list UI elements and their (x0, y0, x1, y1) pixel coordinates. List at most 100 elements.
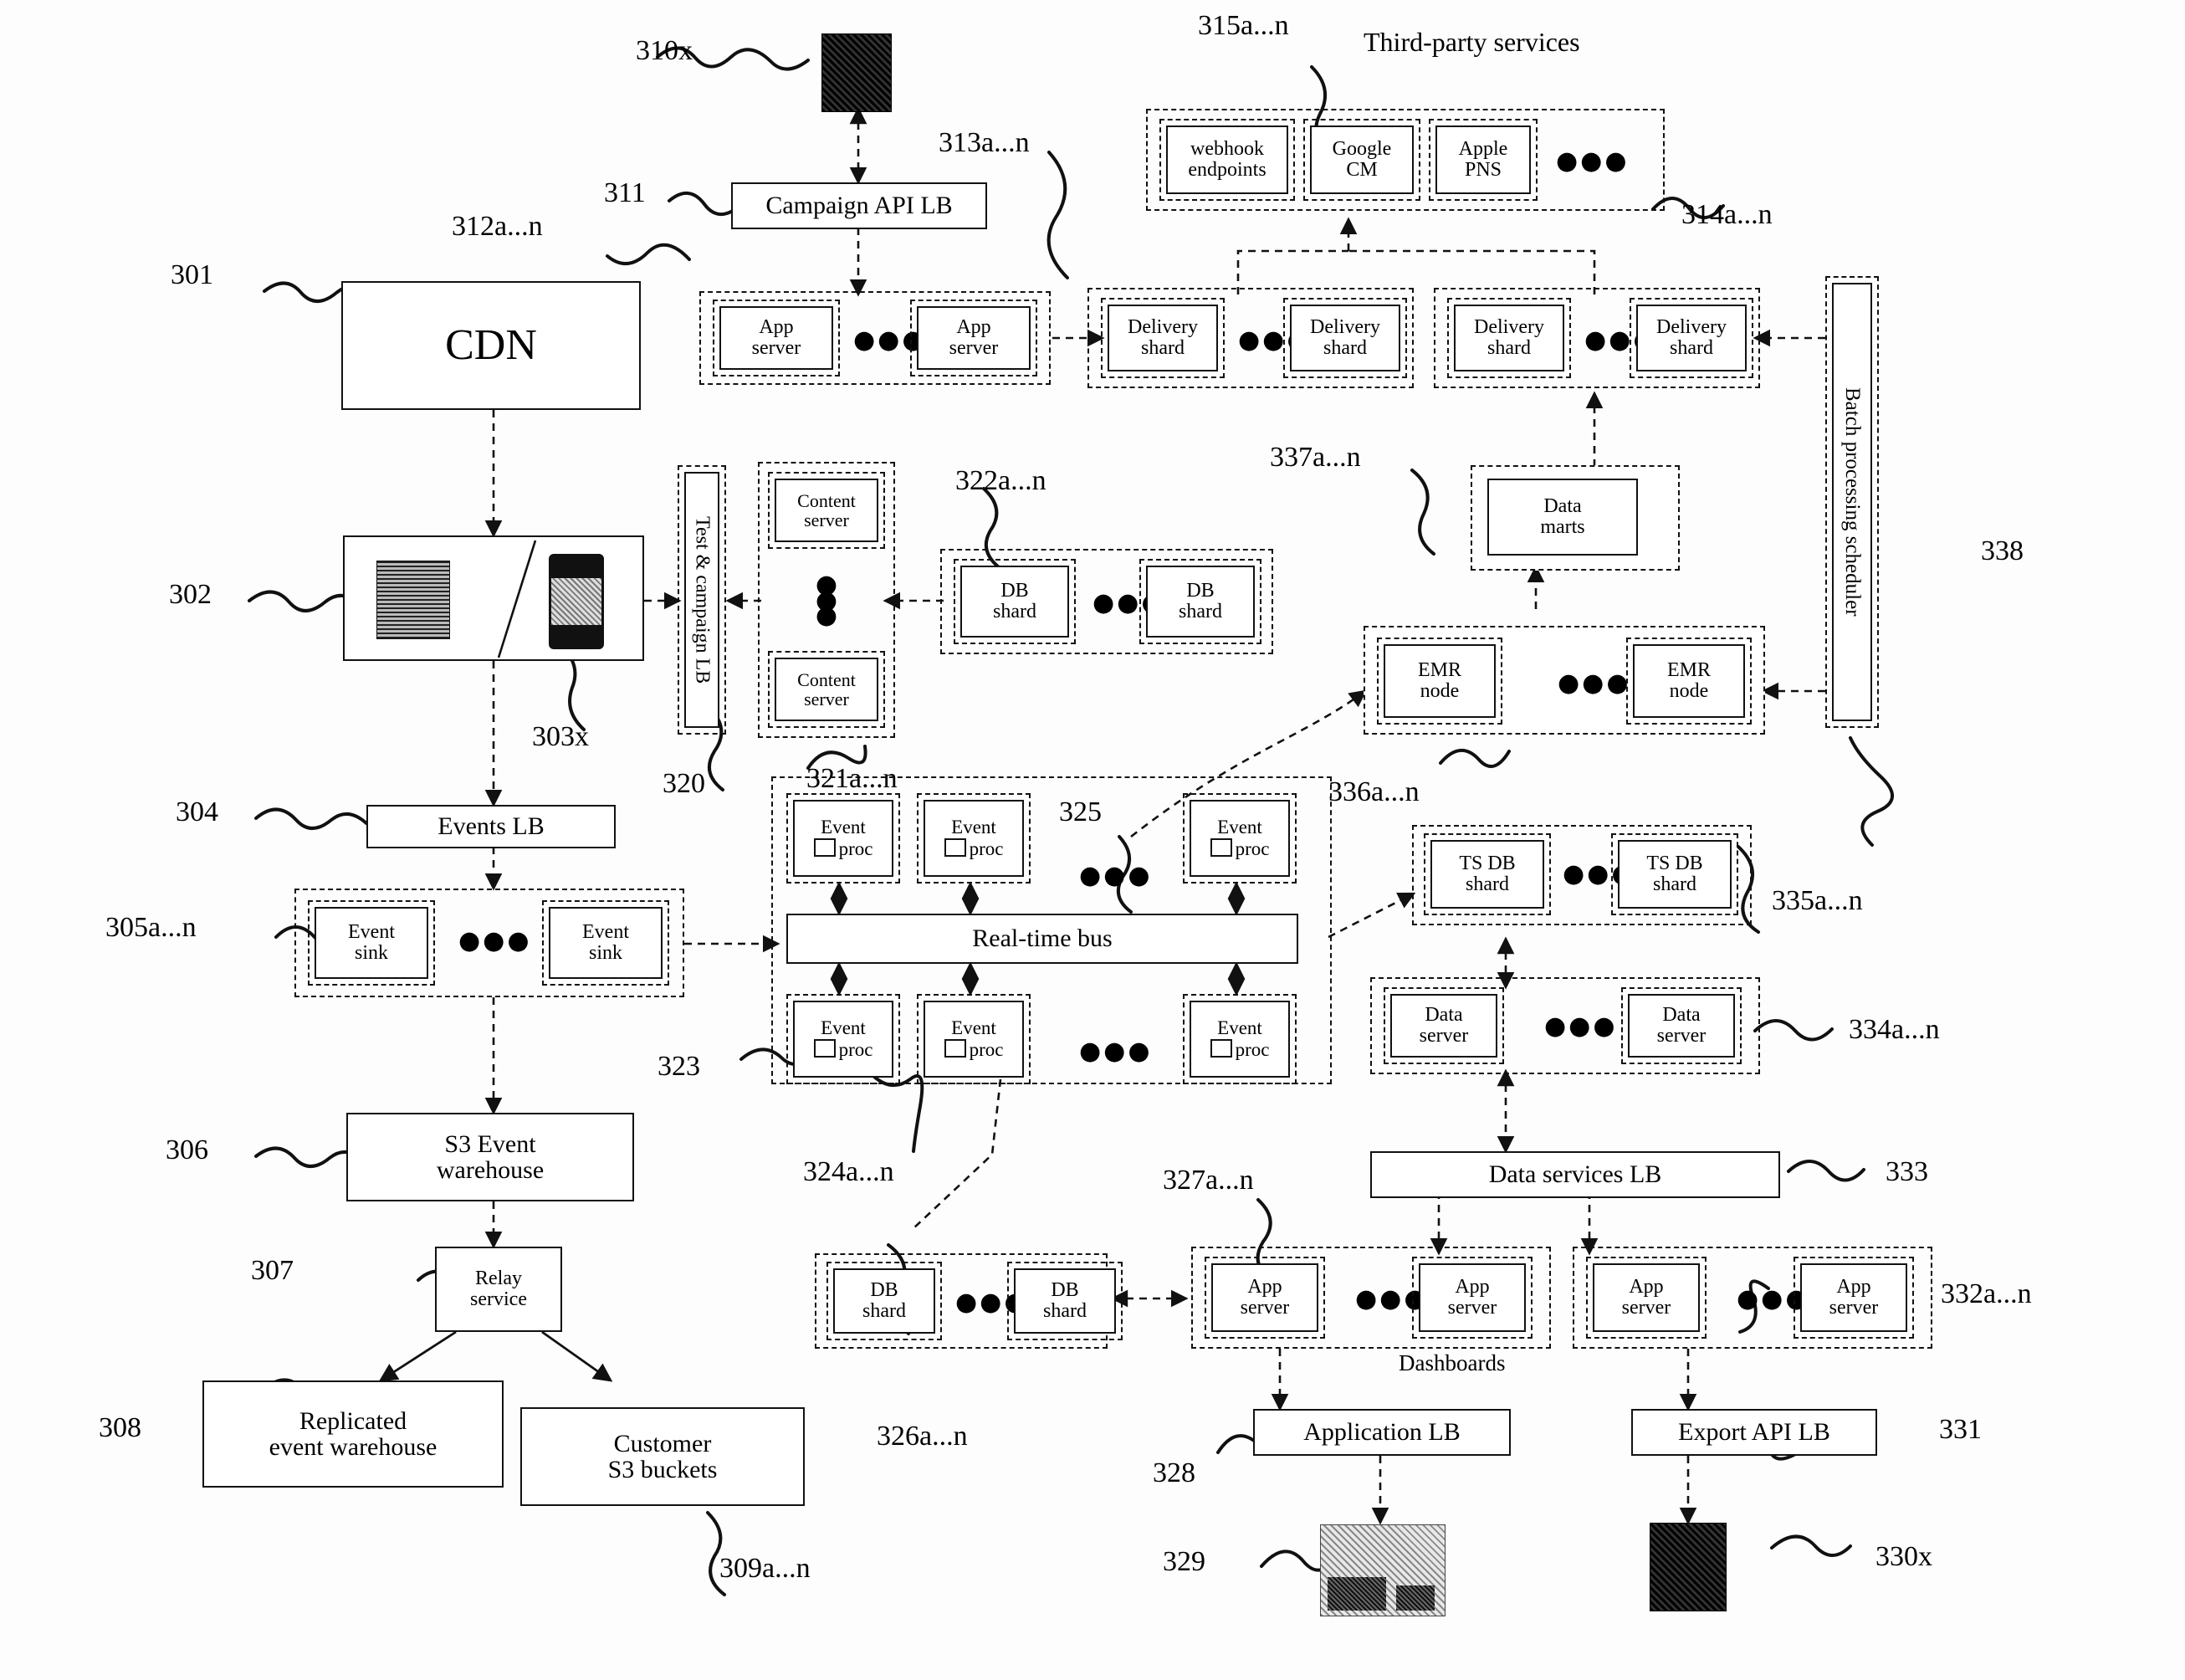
db-shard-a-node-322[interactable]: DB shard (960, 566, 1069, 638)
events-lb-node[interactable]: Events LB (366, 805, 616, 848)
dashboards-label: Dashboards (1399, 1350, 1506, 1375)
app-server-a-node[interactable]: App server (719, 306, 833, 370)
db-shard-a-node-326[interactable]: DB shard (833, 1268, 935, 1334)
test-campaign-lb-label: Test & campaign LB (691, 515, 714, 684)
ref-329: 329 (1163, 1546, 1205, 1577)
test-campaign-lb-node[interactable]: Test & campaign LB (684, 472, 719, 728)
ts-db-shard-a-node[interactable]: TS DB shard (1430, 840, 1544, 909)
ref-325: 325 (1059, 796, 1102, 827)
cdn-node[interactable]: CDN (341, 281, 641, 410)
ts-db-shard-n-node[interactable]: TS DB shard (1618, 840, 1732, 909)
ref-327: 327a...n (1163, 1165, 1254, 1196)
event-proc-top-n-label-line2: proc (1210, 837, 1269, 859)
delivery-shard-n2-node[interactable]: Delivery shard (1636, 305, 1747, 371)
db-shard-n-node-322[interactable]: DB shard (1146, 566, 1255, 638)
app-server-n-label: App server (949, 315, 999, 359)
event-proc-top-b-node[interactable]: Event proc (924, 800, 1024, 877)
campaign-api-lb-node[interactable]: Campaign API LB (731, 182, 987, 229)
event-sink-n-node[interactable]: Event sink (549, 907, 663, 979)
s3-event-warehouse-label: S3 Event warehouse (436, 1129, 545, 1184)
apple-pns-node[interactable]: Apple PNS (1435, 125, 1531, 194)
event-proc-bot-b-node[interactable]: Event proc (924, 1001, 1024, 1078)
event-proc-top-n-node[interactable]: Event proc (1190, 800, 1290, 877)
apple-pns-label: Apple PNS (1458, 137, 1508, 181)
ref-308: 308 (99, 1412, 141, 1443)
event-proc-top-a-label-line2: proc (813, 837, 872, 859)
app-server-a-node-332[interactable]: App server (1593, 1263, 1700, 1332)
google-cm-node[interactable]: Google CM (1310, 125, 1414, 194)
event-proc-top-n-label-line1: Event (1217, 817, 1262, 838)
proc-square-icon (813, 837, 836, 857)
app-server-n-node-327[interactable]: App server (1419, 1263, 1526, 1332)
webhook-endpoints-label: webhook endpoints (1188, 137, 1266, 181)
delivery-shard-a-node[interactable]: Delivery shard (1108, 305, 1218, 371)
dashboard-display-icon (1320, 1524, 1446, 1616)
content-servers-vertical-ellipsis: ● ● ● (808, 572, 845, 628)
db-shard-n-label-326: DB shard (1043, 1278, 1087, 1322)
event-proc-top-a-label-line1: Event (821, 817, 866, 838)
ts-db-shard-n-label: TS DB shard (1646, 852, 1703, 895)
ref-312: 312a...n (452, 211, 543, 242)
webhook-endpoints-node[interactable]: webhook endpoints (1166, 125, 1288, 194)
event-proc-bot-a-node[interactable]: Event proc (793, 1001, 893, 1078)
db-shard-a-label-322: DB shard (993, 579, 1036, 622)
relay-service-label: Relay service (470, 1267, 527, 1310)
proc-square-icon (1210, 837, 1232, 857)
event-proc-bot-ellipsis: ●●● (1079, 1037, 1153, 1066)
ref-311: 311 (604, 177, 646, 208)
event-proc-bot-n-node[interactable]: Event proc (1190, 1001, 1290, 1078)
replicated-event-warehouse-node[interactable]: Replicated event warehouse (202, 1380, 504, 1488)
event-proc-bot-n-label-line1: Event (1217, 1017, 1262, 1039)
data-server-a-node[interactable]: Data server (1390, 994, 1497, 1058)
content-server-n-label: Content server (797, 668, 856, 709)
s3-event-warehouse-node[interactable]: S3 Event warehouse (346, 1113, 634, 1201)
app-server-n-node[interactable]: App server (917, 306, 1031, 370)
data-server-n-node[interactable]: Data server (1628, 994, 1735, 1058)
ref-303x: 303x (532, 721, 589, 752)
replicated-event-warehouse-label: Replicated event warehouse (269, 1406, 438, 1461)
ref-320: 320 (663, 768, 705, 799)
emr-node-n-node[interactable]: EMR node (1633, 644, 1745, 718)
event-sink-a-label: Event sink (348, 920, 395, 964)
emr-node-n-label: EMR node (1666, 658, 1711, 702)
event-sink-a-node[interactable]: Event sink (315, 907, 428, 979)
data-services-lb-node[interactable]: Data services LB (1370, 1151, 1780, 1198)
real-time-bus-node[interactable]: Real-time bus (786, 914, 1298, 964)
event-sinks-ellipsis: ●●● (458, 926, 532, 955)
ref-322: 322a...n (955, 465, 1046, 496)
batch-processing-scheduler-node[interactable]: Batch processing scheduler (1832, 283, 1872, 721)
app-server-a-node-327[interactable]: App server (1211, 1263, 1318, 1332)
ref-333: 333 (1886, 1156, 1928, 1187)
content-server-n-node[interactable]: Content server (775, 658, 878, 721)
relay-service-node[interactable]: Relay service (435, 1247, 562, 1332)
ref-313: 313a...n (939, 127, 1030, 158)
customer-s3-buckets-node[interactable]: Customer S3 buckets (520, 1392, 820, 1506)
ref-309: 309a...n (719, 1553, 811, 1584)
google-cm-label: Google CM (1332, 137, 1392, 181)
data-marts-node[interactable]: Data marts (1487, 479, 1638, 556)
app-server-n-label-327: App server (1447, 1275, 1497, 1319)
campaign-api-lb-label: Campaign API LB (765, 192, 953, 220)
ref-332: 332a...n (1941, 1278, 2032, 1309)
export-api-lb-node[interactable]: Export API LB (1631, 1409, 1877, 1456)
event-proc-top-a-node[interactable]: Event proc (793, 800, 893, 877)
delivery-shard-n-node[interactable]: Delivery shard (1290, 305, 1400, 371)
event-proc-top-b-label-line1: Event (951, 817, 996, 838)
emr-node-a-node[interactable]: EMR node (1384, 644, 1496, 718)
cdn-label: CDN (445, 320, 537, 369)
delivery-shard-a2-label: Delivery shard (1474, 315, 1544, 359)
data-services-lb-label: Data services LB (1488, 1160, 1662, 1189)
content-server-a-node[interactable]: Content server (775, 479, 878, 542)
event-proc-top-b-label-line2: proc (944, 837, 1003, 859)
app-server-a-label-332: App server (1621, 1275, 1671, 1319)
data-servers-ellipsis: ●●● (1544, 1012, 1618, 1041)
db-shard-n-node-326[interactable]: DB shard (1014, 1268, 1116, 1334)
event-proc-bot-a-label-line1: Event (821, 1017, 866, 1039)
db-shard-n-label-322: DB shard (1179, 579, 1222, 622)
proc-square-icon (944, 837, 966, 857)
ref-323: 323 (658, 1051, 700, 1082)
app-server-n-node-332[interactable]: App server (1800, 1263, 1907, 1332)
delivery-shard-a2-node[interactable]: Delivery shard (1454, 305, 1564, 371)
data-server-n-label: Data server (1656, 1003, 1707, 1047)
application-lb-node[interactable]: Application LB (1253, 1409, 1511, 1456)
